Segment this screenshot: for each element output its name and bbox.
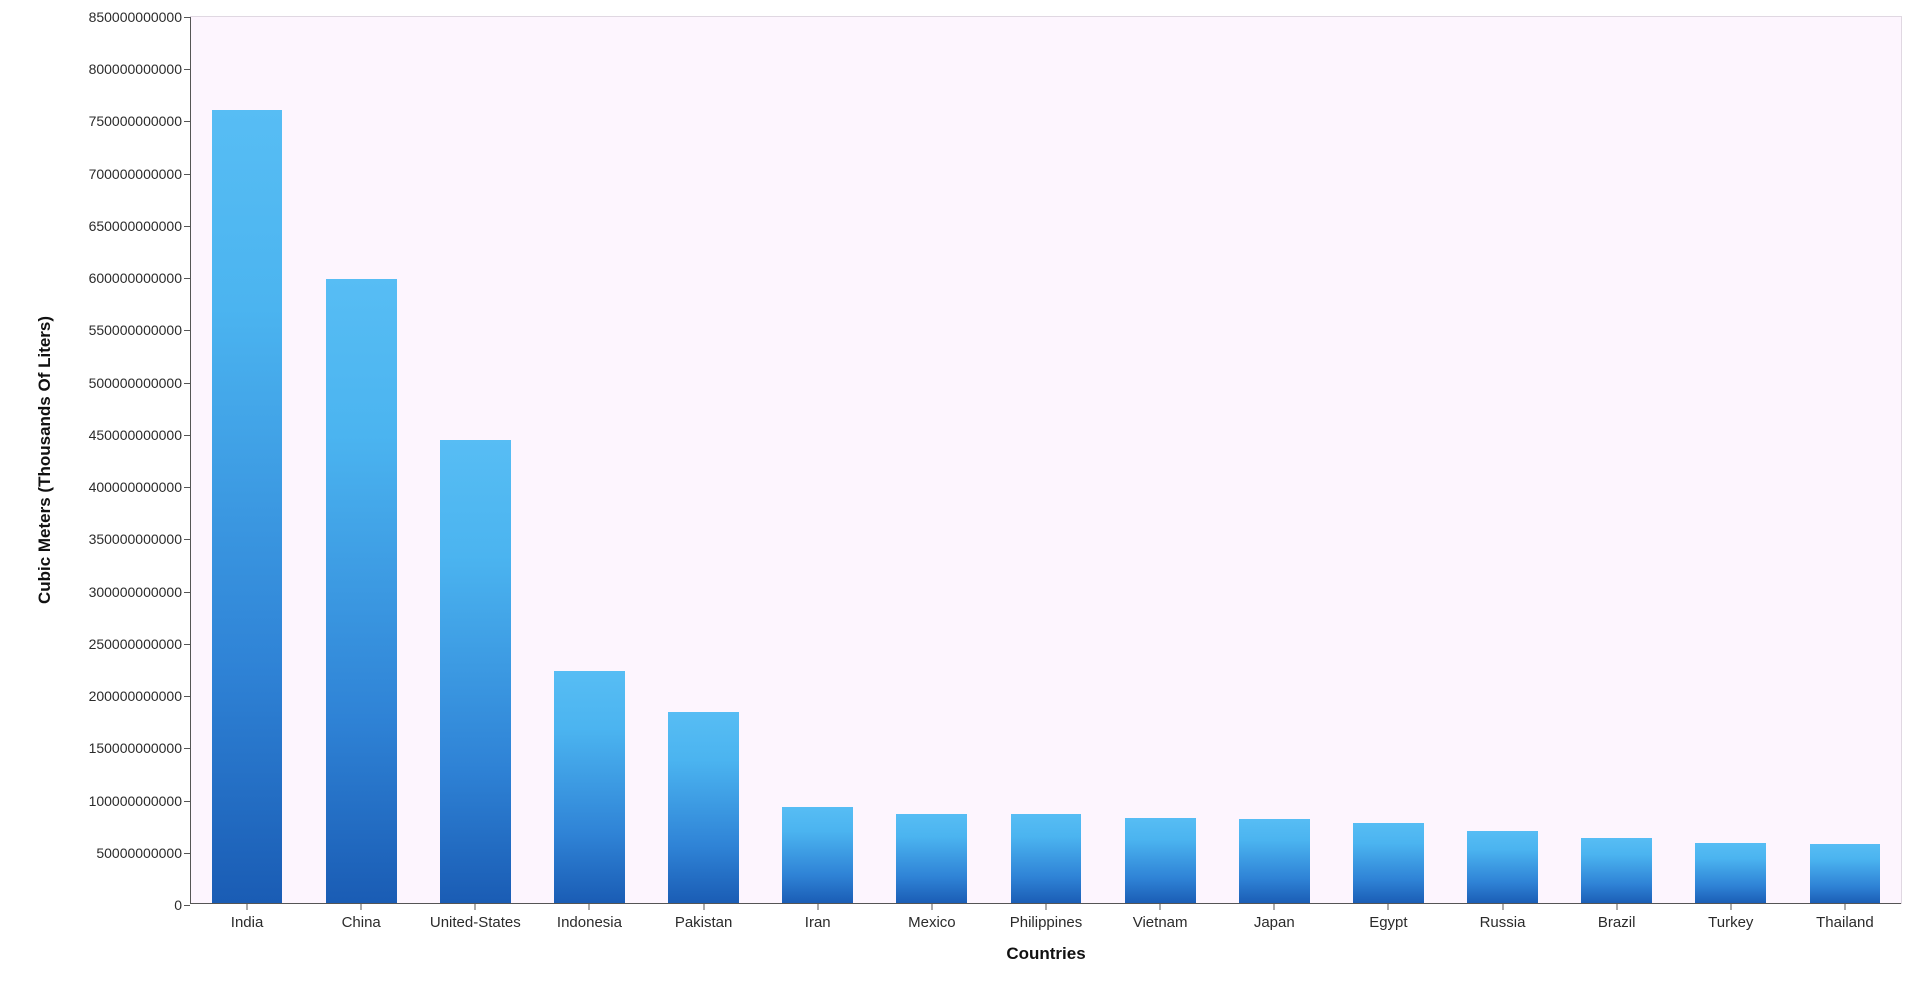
- bar[interactable]: [1011, 814, 1082, 904]
- bar[interactable]: [1810, 844, 1881, 904]
- bars-layer: [190, 17, 1901, 904]
- xtick-mark: [589, 904, 590, 910]
- bar[interactable]: [1695, 843, 1766, 904]
- ytick-mark: [184, 853, 190, 854]
- ytick-label: 200000000000: [89, 688, 190, 704]
- ytick-mark: [184, 801, 190, 802]
- bar[interactable]: [1467, 831, 1538, 904]
- ytick-mark: [184, 121, 190, 122]
- xtick-mark: [1388, 904, 1389, 910]
- xtick-mark: [1844, 904, 1845, 910]
- ytick-label: 300000000000: [89, 584, 190, 600]
- x-axis-label: Countries: [1006, 944, 1085, 964]
- ytick-mark: [184, 435, 190, 436]
- ytick-mark: [184, 17, 190, 18]
- ytick-mark: [184, 592, 190, 593]
- xtick-mark: [703, 904, 704, 910]
- ytick-mark: [184, 226, 190, 227]
- ytick-mark: [184, 487, 190, 488]
- xtick-mark: [475, 904, 476, 910]
- ytick-mark: [184, 330, 190, 331]
- xtick-mark: [1160, 904, 1161, 910]
- ytick-label: 800000000000: [89, 61, 190, 77]
- ytick-label: 650000000000: [89, 218, 190, 234]
- bar[interactable]: [554, 671, 625, 904]
- xtick-mark: [1616, 904, 1617, 910]
- ytick-label: 100000000000: [89, 793, 190, 809]
- ytick-label: 50000000000: [96, 845, 190, 861]
- bar[interactable]: [896, 814, 967, 904]
- ytick-mark: [184, 905, 190, 906]
- y-axis-line: [190, 17, 191, 904]
- ytick-label: 500000000000: [89, 375, 190, 391]
- ytick-mark: [184, 644, 190, 645]
- bar[interactable]: [326, 279, 397, 904]
- ytick-mark: [184, 174, 190, 175]
- ytick-mark: [184, 748, 190, 749]
- ytick-mark: [184, 539, 190, 540]
- ytick-label: 250000000000: [89, 636, 190, 652]
- ytick-label: 150000000000: [89, 740, 190, 756]
- ytick-label: 750000000000: [89, 113, 190, 129]
- xtick-mark: [1502, 904, 1503, 910]
- xtick-mark: [1730, 904, 1731, 910]
- bar[interactable]: [1581, 838, 1652, 904]
- xtick-mark: [817, 904, 818, 910]
- xtick-mark: [1046, 904, 1047, 910]
- bar[interactable]: [440, 440, 511, 904]
- y-axis-label: Cubic Meters (Thousands Of Liters): [35, 316, 55, 604]
- ytick-mark: [184, 696, 190, 697]
- bar[interactable]: [1125, 818, 1196, 904]
- xtick-mark: [361, 904, 362, 910]
- ytick-mark: [184, 278, 190, 279]
- ytick-mark: [184, 383, 190, 384]
- bar[interactable]: [1239, 819, 1310, 904]
- xtick-mark: [1274, 904, 1275, 910]
- bar[interactable]: [1353, 823, 1424, 904]
- ytick-label: 550000000000: [89, 322, 190, 338]
- ytick-label: 700000000000: [89, 166, 190, 182]
- ytick-label: 600000000000: [89, 270, 190, 286]
- xtick-mark: [931, 904, 932, 910]
- xtick-mark: [247, 904, 248, 910]
- ytick-label: 450000000000: [89, 427, 190, 443]
- bar[interactable]: [668, 712, 739, 904]
- bar[interactable]: [782, 807, 853, 904]
- bar[interactable]: [212, 110, 283, 904]
- plot-area: 0500000000001000000000001500000000002000…: [190, 16, 1902, 904]
- ytick-mark: [184, 69, 190, 70]
- ytick-label: 350000000000: [89, 531, 190, 547]
- chart-container: 0500000000001000000000001500000000002000…: [0, 0, 1920, 986]
- ytick-label: 850000000000: [89, 9, 190, 25]
- ytick-label: 400000000000: [89, 479, 190, 495]
